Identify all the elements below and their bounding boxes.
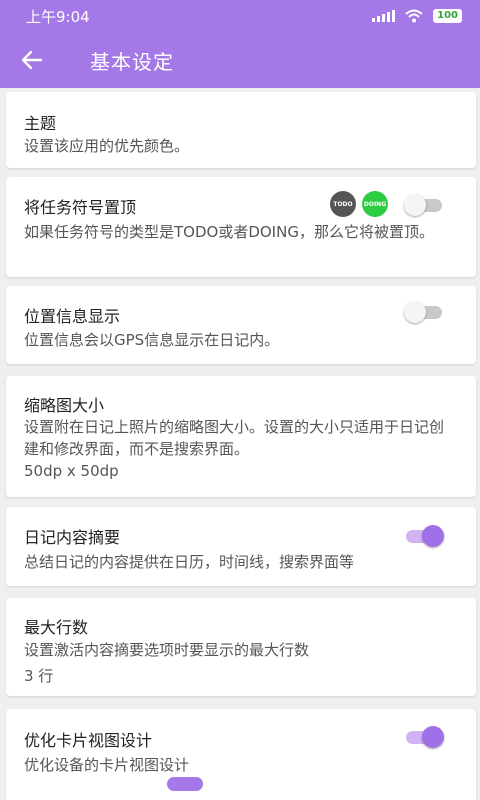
setting-thumbnail-size[interactable]: 缩略图大小 设置附在日记上照片的缩略图大小。设置的大小只适用于日记创建和修改界面… [6,376,476,497]
setting-description: 设置附在日记上照片的缩略图大小。设置的大小只适用于日记创建和修改界面，而不是搜索… [24,418,445,458]
setting-title: 位置信息显示 [24,307,121,326]
setting-pin-task-symbols[interactable]: 将任务符号置顶 TODO DOING 如果任务符号的类型是TODO或者DOING… [6,177,476,277]
setting-max-lines[interactable]: 最大行数 设置激活内容摘要选项时要显示的最大行数 3 行 [6,598,476,696]
setting-theme[interactable]: 主题 设置该应用的优先颜色。 [6,92,476,168]
setting-description: 设置该应用的优先颜色。 [24,137,190,155]
page-dot[interactable] [277,777,291,791]
battery-icon: 100 [433,9,462,23]
setting-title: 日记内容摘要 [24,528,121,547]
setting-description: 如果任务符号的类型是TODO或者DOING，那么它将被置顶。 [24,223,434,241]
card-view-toggle[interactable] [404,725,444,749]
pin-task-toggle[interactable] [404,193,444,217]
setting-title: 将任务符号置顶 [24,198,137,217]
setting-description: 设置激活内容摘要选项时要显示的最大行数 [24,641,310,659]
page-dot-active[interactable] [167,777,203,791]
summary-toggle[interactable] [404,524,444,548]
page-dot[interactable] [255,777,269,791]
status-time: 上午9:04 [26,7,90,26]
signal-icon [372,10,396,22]
setting-location-display[interactable]: 位置信息显示 位置信息会以GPS信息显示在日记内。 [6,286,476,364]
setting-title: 缩略图大小 [24,396,105,415]
status-bar: 上午9:04 100 [0,0,480,32]
status-icons: 100 [372,9,462,23]
page-title: 基本设定 [90,49,174,74]
setting-title: 优化卡片视图设计 [24,731,153,750]
page-indicator [0,771,480,797]
location-toggle[interactable] [404,300,444,324]
setting-content-summary[interactable]: 日记内容摘要 总结日记的内容提供在日历，时间线，搜索界面等 [6,507,476,586]
wifi-icon [405,9,423,23]
todo-chip: TODO [330,191,356,217]
setting-description: 位置信息会以GPS信息显示在日记内。 [24,331,280,349]
setting-value: 50dp x 50dp [24,462,119,480]
page-dot[interactable] [211,777,225,791]
app-bar: 基本设定 [0,32,480,88]
setting-description: 总结日记的内容提供在日历，时间线，搜索界面等 [24,553,355,571]
page-dot[interactable] [299,777,313,791]
setting-title: 主题 [24,114,57,133]
setting-value: 3 行 [24,667,54,685]
arrow-left-icon[interactable] [0,32,64,88]
settings-list: 主题 设置该应用的优先颜色。 将任务符号置顶 TODO DOING 如果任务符号… [0,88,480,800]
page-dot[interactable] [233,777,247,791]
doing-chip: DOING [362,191,388,217]
setting-title: 最大行数 [24,618,89,637]
